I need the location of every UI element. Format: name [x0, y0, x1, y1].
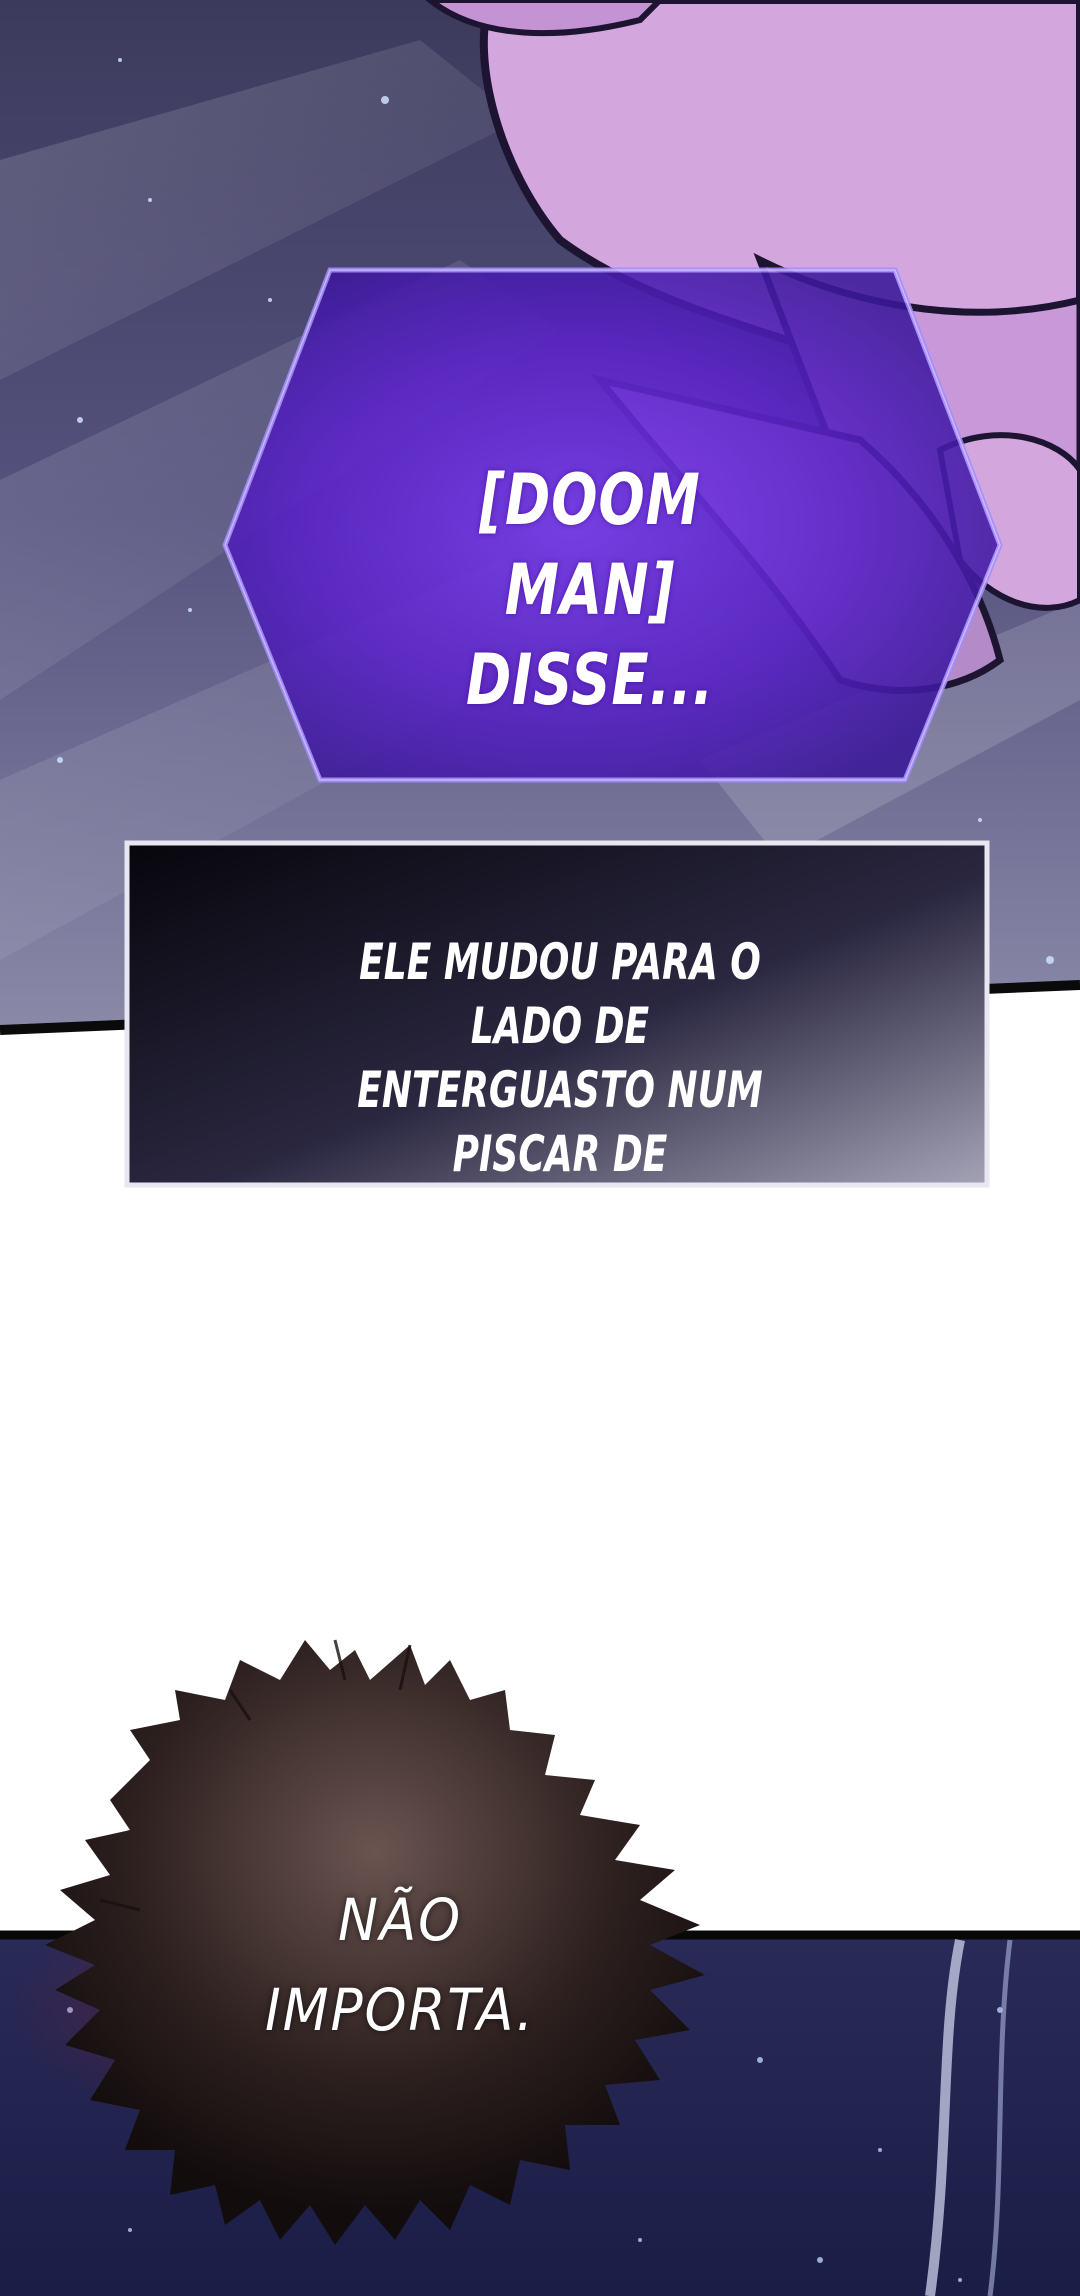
dialogue-line-1: NÃO	[338, 1886, 462, 1954]
narration-text: ELE MUDOU PARA O LADO DE ENTERGUASTO NUM…	[301, 930, 819, 1250]
narration-line-2: ENTERGUASTO NUM PISCAR DE	[357, 1061, 763, 1183]
comic-page: [DOOM MAN] DISSE... ELE MUDOU PARA O LAD…	[0, 0, 1080, 2296]
narration-line-3: OLHOS.	[483, 1189, 637, 1247]
notice-line-2: DISSE...	[465, 639, 715, 721]
system-notice-text: [DOOM MAN] DISSE...	[387, 455, 793, 725]
dialogue-line-2: IMPORTA.	[265, 1976, 535, 2044]
narration-line-1: ELE MUDOU PARA O LADO DE	[359, 933, 761, 1055]
notice-line-1: [DOOM MAN]	[479, 459, 701, 631]
dialogue-text: NÃO IMPORTA.	[216, 1875, 584, 2055]
